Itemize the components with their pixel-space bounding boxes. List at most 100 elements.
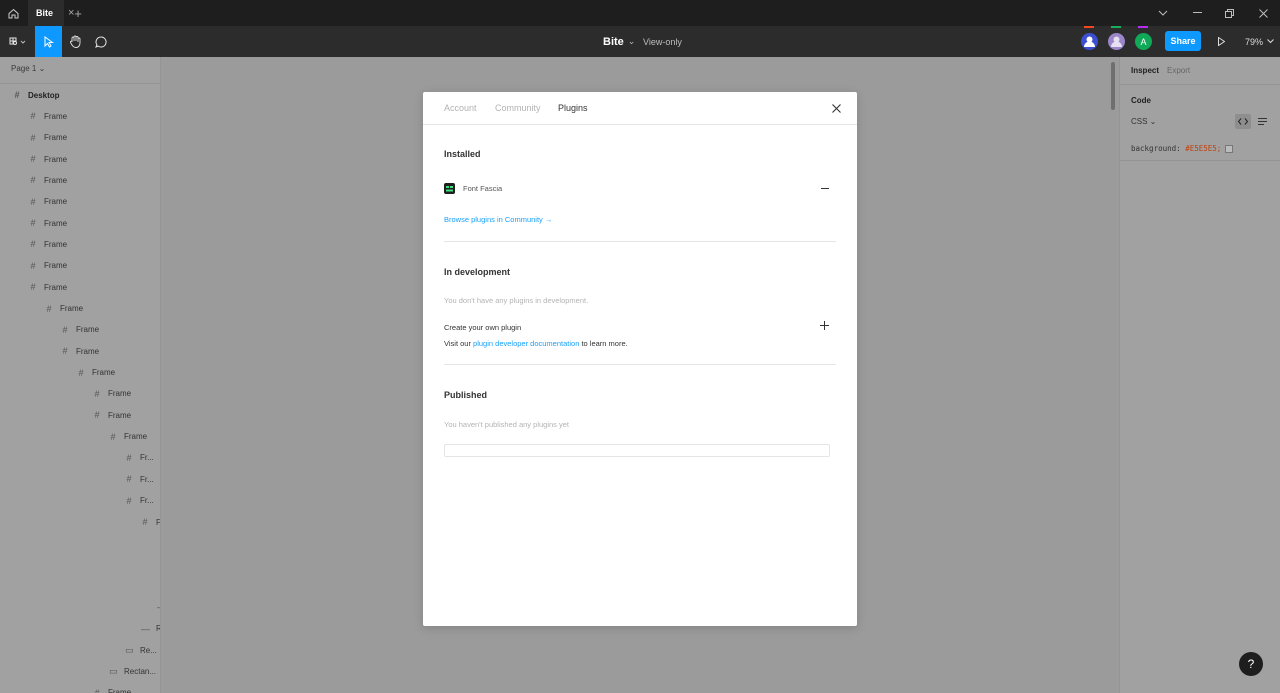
share-button[interactable]: Share bbox=[1165, 31, 1201, 51]
rectangle-icon: ▭ bbox=[109, 665, 118, 676]
page-select[interactable]: Page 1 ⌄ bbox=[11, 64, 45, 73]
frame-icon: # bbox=[94, 410, 100, 421]
layer-row[interactable]: # Frame bbox=[29, 236, 67, 252]
plugins-modal: Account Community Plugins Installed Font… bbox=[423, 92, 857, 626]
layer-row[interactable]: # Frame bbox=[93, 407, 131, 423]
layer-row[interactable]: # Frame bbox=[29, 215, 67, 231]
frame-icon: # bbox=[30, 282, 36, 293]
file-tab[interactable]: Bite bbox=[28, 0, 64, 26]
presence-marker bbox=[1111, 26, 1121, 28]
tab-inspect[interactable]: Inspect bbox=[1131, 66, 1159, 75]
layer-row[interactable]: # Frame bbox=[29, 194, 67, 210]
layer-label: Frame bbox=[44, 175, 68, 185]
avatar-initial: A bbox=[1140, 36, 1147, 47]
frame-icon: # bbox=[30, 132, 36, 143]
layer-row[interactable]: # Frame bbox=[109, 429, 147, 445]
avatar[interactable]: A bbox=[1135, 26, 1152, 50]
layer-row[interactable]: —R bbox=[141, 621, 160, 637]
docs-link[interactable]: plugin developer documentation bbox=[473, 339, 579, 348]
file-title-text: Bite bbox=[603, 35, 624, 48]
plugin-name[interactable]: Font Fascia bbox=[463, 184, 502, 193]
list-view-icon[interactable] bbox=[1254, 114, 1270, 129]
layer-row[interactable]: #Fı bbox=[141, 514, 160, 530]
layer-row[interactable]: # Frame bbox=[93, 685, 131, 693]
layer-row[interactable]: # Frame bbox=[77, 365, 115, 381]
layer-row[interactable]: # Frame bbox=[61, 343, 99, 359]
code-view-icon[interactable] bbox=[1235, 114, 1251, 129]
frame-icon: # bbox=[30, 196, 36, 207]
tab-plugins[interactable]: Plugins bbox=[558, 103, 588, 113]
present-icon[interactable] bbox=[1214, 26, 1228, 57]
layer-label: Desktop bbox=[28, 90, 60, 100]
close-window-icon[interactable] bbox=[1246, 0, 1280, 26]
layer-row[interactable]: # Frame bbox=[29, 172, 67, 188]
layer-label: Frame bbox=[60, 304, 84, 313]
layer-label: Frame bbox=[108, 410, 132, 420]
modal-tabs: Account Community Plugins bbox=[423, 92, 857, 125]
frame-icon: # bbox=[46, 303, 52, 314]
in-development-heading: In development bbox=[444, 267, 511, 277]
layer-row[interactable]: # Frame bbox=[29, 258, 67, 274]
code-heading: Code bbox=[1131, 96, 1151, 105]
layer-row[interactable]: # Frame bbox=[29, 279, 67, 295]
minimize-icon[interactable] bbox=[1180, 0, 1214, 26]
chevron-down-icon: ⌄ bbox=[627, 36, 636, 46]
hand-tool-icon[interactable] bbox=[63, 26, 87, 57]
zoom-select[interactable]: 79% bbox=[1245, 26, 1274, 57]
divider bbox=[1120, 84, 1280, 85]
rectangle-icon: ▭ bbox=[125, 644, 134, 655]
layer-row[interactable]: # Fr... bbox=[125, 471, 153, 487]
avatar[interactable] bbox=[1108, 26, 1125, 50]
layer-label: Frame bbox=[44, 261, 68, 271]
browse-plugins-link[interactable]: Browse plugins in Community → bbox=[444, 215, 552, 224]
restore-icon[interactable] bbox=[1212, 0, 1246, 26]
layer-row[interactable]: # Frame bbox=[93, 386, 131, 402]
comment-tool-icon[interactable] bbox=[89, 26, 113, 57]
layer-label: Frame bbox=[76, 325, 100, 335]
new-tab-icon[interactable]: + bbox=[72, 0, 84, 26]
layer-row[interactable]: ▭ Re... bbox=[125, 642, 157, 658]
layer-row[interactable]: # Fr... bbox=[125, 450, 153, 466]
frame-icon: # bbox=[30, 154, 36, 165]
uninstall-icon[interactable] bbox=[820, 181, 829, 193]
presence-marker bbox=[1084, 26, 1094, 28]
divider bbox=[444, 364, 836, 365]
tab-account[interactable]: Account bbox=[444, 103, 477, 113]
dev-empty-text: You don't have any plugins in developmen… bbox=[444, 296, 589, 305]
frame-icon: # bbox=[126, 452, 132, 463]
chevron-down-icon[interactable] bbox=[1146, 0, 1180, 26]
close-icon[interactable] bbox=[830, 101, 842, 115]
main-menu-icon[interactable] bbox=[4, 26, 32, 57]
layer-label: Frame bbox=[44, 111, 68, 121]
layer-label: Frame bbox=[108, 389, 132, 399]
layer-row[interactable]: # Frame bbox=[61, 322, 99, 338]
file-title[interactable]: Bite ⌄ bbox=[603, 26, 635, 57]
create-plugin-label[interactable]: Create your own plugin bbox=[444, 323, 521, 332]
file-tab-label: Bite bbox=[36, 8, 54, 18]
tab-community[interactable]: Community bbox=[495, 103, 541, 113]
layer-row[interactable]: ▭ Rectan... bbox=[109, 663, 156, 679]
view-mode-label: View-only bbox=[643, 36, 682, 47]
layer-row[interactable]: # Frame bbox=[45, 301, 83, 317]
published-empty-text: You haven't published any plugins yet bbox=[444, 420, 569, 429]
frame-icon: # bbox=[110, 431, 116, 442]
layer-label: Frame bbox=[44, 133, 68, 143]
language-select[interactable]: CSS ⌄ bbox=[1131, 117, 1156, 126]
home-icon[interactable] bbox=[0, 0, 26, 26]
layer-row[interactable]: # Frame bbox=[29, 130, 67, 146]
help-button[interactable]: ? bbox=[1239, 652, 1263, 676]
move-tool-icon[interactable] bbox=[35, 26, 62, 57]
layers-panel: Page 1 ⌄ # Desktop # Frame # Frame # Frame # Fram… bbox=[0, 57, 161, 693]
add-plugin-icon[interactable] bbox=[819, 320, 829, 332]
divider bbox=[444, 241, 836, 242]
avatar[interactable] bbox=[1081, 26, 1098, 50]
frame-icon: # bbox=[14, 90, 20, 100]
layer-row[interactable]: # Fr... bbox=[125, 493, 153, 509]
tab-export[interactable]: Export bbox=[1167, 66, 1190, 75]
layer-row[interactable]: # Frame bbox=[29, 151, 67, 167]
layer-row[interactable]: # Frame bbox=[29, 108, 67, 124]
layer-row[interactable]: # Desktop bbox=[13, 87, 60, 103]
canvas-scrollbar[interactable] bbox=[1111, 62, 1115, 110]
chevron-down-icon bbox=[1267, 39, 1274, 44]
title-bar: Bite × + bbox=[0, 0, 1280, 26]
